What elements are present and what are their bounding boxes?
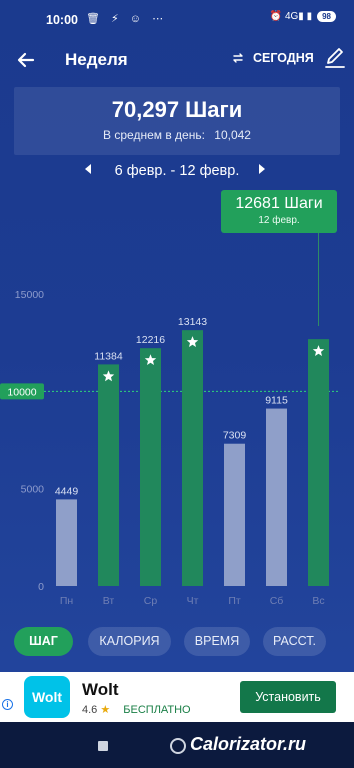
bar [98,364,119,586]
install-button[interactable]: Установить [240,681,336,713]
tooltip-value: 12681 Шаги [235,195,323,212]
bar [266,408,287,586]
tab-calories[interactable]: КАЛОРИЯ [88,627,171,656]
bar-value-label: 4449 [55,485,79,497]
watermark: Calorizator.ru [190,734,307,754]
ad-rating: 4.6 [82,704,98,716]
x-tick-label: Пн [60,595,74,607]
page-title: Неделя [65,50,128,69]
y-tick-label: 15000 [15,289,44,301]
selected-day-tooltip: 12681 Шаги 12 февр. [221,190,337,233]
tab-time[interactable]: ВРЕМЯ [184,627,250,656]
average-label: В среднем в день: [103,128,205,142]
x-tick-label: Вс [312,595,324,607]
previous-week-button[interactable] [84,163,92,178]
status-time: 10:00 [46,13,78,27]
y-tick-label: 5000 [21,484,45,496]
swap-icon [233,53,243,63]
date-range: 6 февр. - 12 февр. [114,163,240,179]
home-button[interactable] [170,738,186,754]
x-tick-label: Сб [270,595,284,607]
signal-icons: ⏰ 4G▮ ▮ [269,11,313,22]
bar [140,348,161,586]
y-tick-label: 0 [38,581,44,593]
summary-card: 70,297 Шаги В среднем в день: 10,042 [14,87,340,155]
triangle-left-icon [85,164,91,174]
arrow-left-icon [17,52,35,68]
today-button[interactable]: СЕГОДНЯ [232,51,314,65]
tab-distance[interactable]: РАССТ. [263,627,326,656]
battery-icon: 98 [317,11,336,22]
x-tick-label: Вт [103,595,115,607]
average-value: 10,042 [214,128,251,142]
bar-value-label: 9115 [265,395,288,407]
ad-price: БЕСПЛАТНО [123,704,191,716]
bar-value-label: 12216 [136,334,165,346]
today-label: СЕГОДНЯ [253,51,314,65]
steps-chart: 0 5000 15000 10000 4449 Пн 11384 Вт 12216 Ср 13143… [0,289,340,607]
back-button[interactable] [12,46,40,74]
bar [308,339,329,586]
total-steps: 70,297 Шаги [111,97,243,122]
notification-icons: 🗑 ⚡ ☺ ⋯ [86,13,168,25]
recents-button[interactable] [98,741,108,751]
bar [224,443,245,586]
edit-button[interactable] [324,46,348,72]
ad-app-name[interactable]: Wolt [82,680,119,700]
bar-value-label: 13143 [178,316,207,328]
info-icon[interactable]: i [2,699,13,710]
metric-tabs: ШАГ КАЛОРИЯ ВРЕМЯ РАССТ. [0,627,354,657]
x-tick-label: Чт [187,595,199,607]
goal-label: 10000 [7,386,36,398]
pencil-icon [325,48,345,68]
system-nav-bar: Calorizator.ru [0,722,354,768]
app-bar: Неделя СЕГОДНЯ [0,40,354,80]
next-week-button[interactable] [258,163,266,178]
bar [182,330,203,586]
bar-value-label: 11384 [94,350,123,362]
star-icon: ★ [100,704,111,716]
week-navigator: 6 февр. - 12 февр. [0,161,354,185]
triangle-right-icon [259,164,265,174]
tab-steps[interactable]: ШАГ [14,627,73,656]
x-tick-label: Пт [228,595,241,607]
bar-value-label: 7309 [223,430,247,442]
bar [56,499,77,586]
ad-app-logo[interactable]: Wolt [24,676,70,718]
x-tick-label: Ср [144,595,158,607]
tooltip-date: 12 февр. [258,215,300,226]
ad-meta: 4.6 ★ БЕСПЛАТНО [82,703,191,716]
status-right: ⏰ 4G▮ ▮ 98 [270,11,336,22]
daily-average: В среднем в день: 10,042 [14,128,340,142]
ad-banner[interactable]: i Wolt Wolt 4.6 ★ БЕСПЛАТНО Установить [0,672,354,722]
status-bar: 10:00 🗑 ⚡ ☺ ⋯ ⏰ 4G▮ ▮ 98 [0,0,354,38]
